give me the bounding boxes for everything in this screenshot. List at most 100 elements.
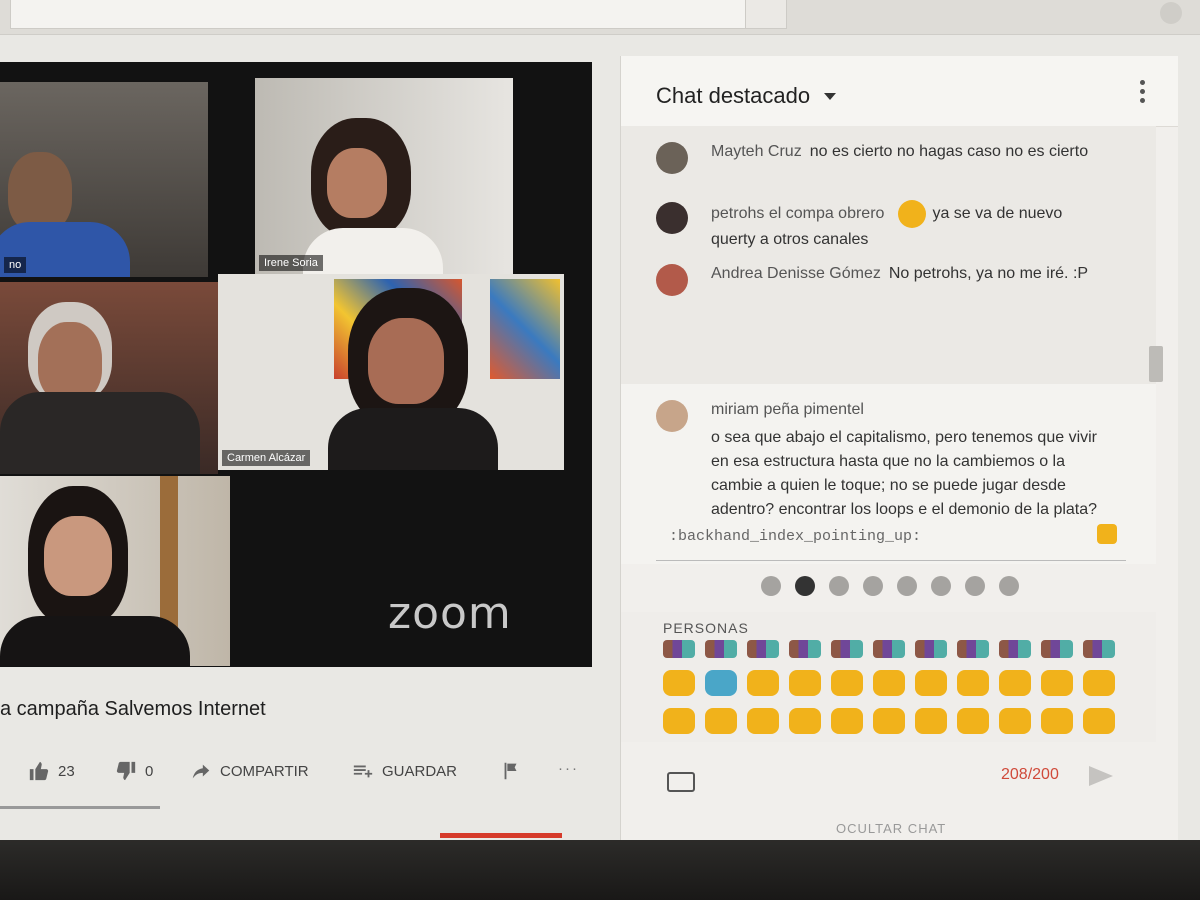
victory-hand-icon[interactable] — [999, 670, 1031, 696]
browser-top-bar — [0, 0, 1200, 35]
participant-tile — [0, 476, 230, 666]
progress-indicator — [440, 833, 562, 838]
family-emoji-icon[interactable] — [747, 640, 779, 658]
pointing-left-icon[interactable] — [747, 670, 779, 696]
middle-finger-icon[interactable] — [915, 670, 947, 696]
emoji-row — [663, 708, 1115, 734]
like-count: 23 — [58, 762, 75, 780]
nature-icon[interactable] — [829, 576, 849, 596]
left-fist-icon[interactable] — [1041, 708, 1073, 734]
thumbs-up-emoji-icon[interactable] — [873, 708, 905, 734]
oncoming-fist-icon[interactable] — [999, 708, 1031, 734]
dislike-button[interactable]: 0 — [115, 760, 153, 782]
raised-hand-icon[interactable] — [747, 708, 779, 734]
flexed-biceps-icon[interactable] — [663, 670, 695, 696]
chat-scrollbar[interactable] — [1149, 346, 1163, 382]
like-button[interactable]: 23 — [28, 760, 75, 782]
search-button[interactable] — [745, 0, 787, 29]
recent-icon[interactable] — [761, 576, 781, 596]
pointing-right-icon[interactable] — [789, 670, 821, 696]
family-emoji-icon[interactable] — [957, 640, 989, 658]
activity-icon[interactable] — [897, 576, 917, 596]
author-name: miriam peña pimentel — [711, 401, 864, 418]
video-actions: 23 0 COMPARTIR GUARDAR ··· — [0, 760, 590, 790]
share-button[interactable]: COMPARTIR — [190, 760, 309, 782]
family-emoji-icon[interactable] — [873, 640, 905, 658]
family-emoji-icon[interactable] — [831, 640, 863, 658]
emoji-panel[interactable]: PERSONAS — [621, 612, 1156, 742]
emoji-categories — [761, 576, 1019, 596]
keyboard-icon[interactable] — [667, 772, 695, 792]
pointing-up-icon[interactable] — [873, 670, 905, 696]
raised-fist-icon[interactable] — [957, 708, 989, 734]
save-button[interactable]: GUARDAR — [352, 760, 457, 782]
participant-name: Irene Soria — [259, 255, 323, 271]
symbol-icon[interactable] — [999, 576, 1019, 596]
share-label: COMPARTIR — [220, 762, 309, 780]
video-title: a campaña Salvemos Internet — [0, 698, 266, 720]
car-icon[interactable] — [931, 576, 951, 596]
avatar — [656, 264, 688, 296]
pointing-up-icon[interactable] — [831, 670, 863, 696]
call-me-hand-icon[interactable] — [705, 708, 737, 734]
ok-hand-icon[interactable] — [831, 708, 863, 734]
dislike-count: 0 — [145, 762, 154, 780]
author-name: Mayteh Cruz — [711, 143, 802, 160]
author-name: petrohs el compa obrero — [711, 205, 885, 223]
like-ratio-bar — [0, 806, 160, 809]
family-emoji-icon[interactable] — [789, 640, 821, 658]
account-avatar[interactable] — [1160, 2, 1182, 24]
avatar — [656, 202, 688, 234]
chat-messages[interactable]: Mayteh Cruz no es cierto no hagas caso no… — [621, 126, 1163, 564]
crossed-fingers-icon[interactable] — [1041, 670, 1073, 696]
participant-tile: no — [0, 82, 208, 277]
right-fist-icon[interactable] — [1083, 708, 1115, 734]
emoji-category-label: PERSONAS — [663, 620, 749, 636]
thumbs-down-emoji-icon[interactable] — [915, 708, 947, 734]
lightbulb-icon[interactable] — [965, 576, 985, 596]
video-player[interactable]: no Irene Soria Carmen Alcázar zoom — [0, 62, 592, 667]
chat-header: Chat destacado — [621, 56, 1178, 127]
food-icon[interactable] — [863, 576, 883, 596]
chat-title[interactable]: Chat destacado — [656, 83, 810, 109]
vulcan-salute-icon[interactable] — [1083, 670, 1115, 696]
search-input[interactable] — [10, 0, 747, 29]
message-text: No petrohs, ya no me iré. :P — [888, 265, 1089, 282]
thumbs-up-icon — [29, 761, 49, 781]
more-actions-button[interactable]: ··· — [558, 760, 579, 777]
family-emoji-icon[interactable] — [663, 640, 695, 658]
family-emoji-icon[interactable] — [1041, 640, 1073, 658]
hide-chat-button[interactable]: OCULTAR CHAT — [836, 821, 946, 836]
family-emoji-icon[interactable] — [999, 640, 1031, 658]
author-name: Andrea Denisse Gómez — [711, 265, 881, 282]
participant-tile-active-speaker: Carmen Alcázar — [218, 274, 564, 470]
save-label: GUARDAR — [382, 762, 458, 780]
chat-input[interactable]: :backhand_index_pointing_up: — [669, 528, 921, 545]
participant-name: no — [4, 257, 27, 273]
laptop-bezel — [0, 840, 1200, 900]
family-emoji-icon[interactable] — [1083, 640, 1115, 658]
playlist-add-icon — [353, 765, 373, 778]
thumbs-down-icon — [116, 761, 136, 781]
participant-name: Carmen Alcázar — [222, 450, 311, 466]
rock-on-icon[interactable] — [663, 708, 695, 734]
send-icon[interactable] — [1089, 766, 1113, 786]
report-button[interactable] — [500, 760, 522, 782]
family-emoji-icon[interactable] — [915, 640, 947, 658]
raised-hand-icon[interactable] — [789, 708, 821, 734]
more-vert-icon[interactable] — [1140, 80, 1146, 104]
emoji-row — [663, 670, 1115, 696]
chevron-down-icon[interactable] — [824, 93, 836, 100]
emoji-picker-icon[interactable] — [1097, 524, 1117, 544]
zoom-logo: zoom — [388, 588, 512, 639]
emoji-row — [663, 640, 1115, 658]
participant-tile — [0, 282, 218, 474]
divider — [656, 560, 1126, 561]
family-emoji-icon[interactable] — [705, 640, 737, 658]
mechanical-arm-icon[interactable] — [705, 670, 737, 696]
message-text: o sea que abajo el capitalismo, pero ten… — [711, 429, 1098, 518]
avatar — [656, 142, 688, 174]
smiley-icon[interactable] — [795, 576, 815, 596]
flag-icon — [504, 762, 517, 780]
pointing-down-icon[interactable] — [957, 670, 989, 696]
